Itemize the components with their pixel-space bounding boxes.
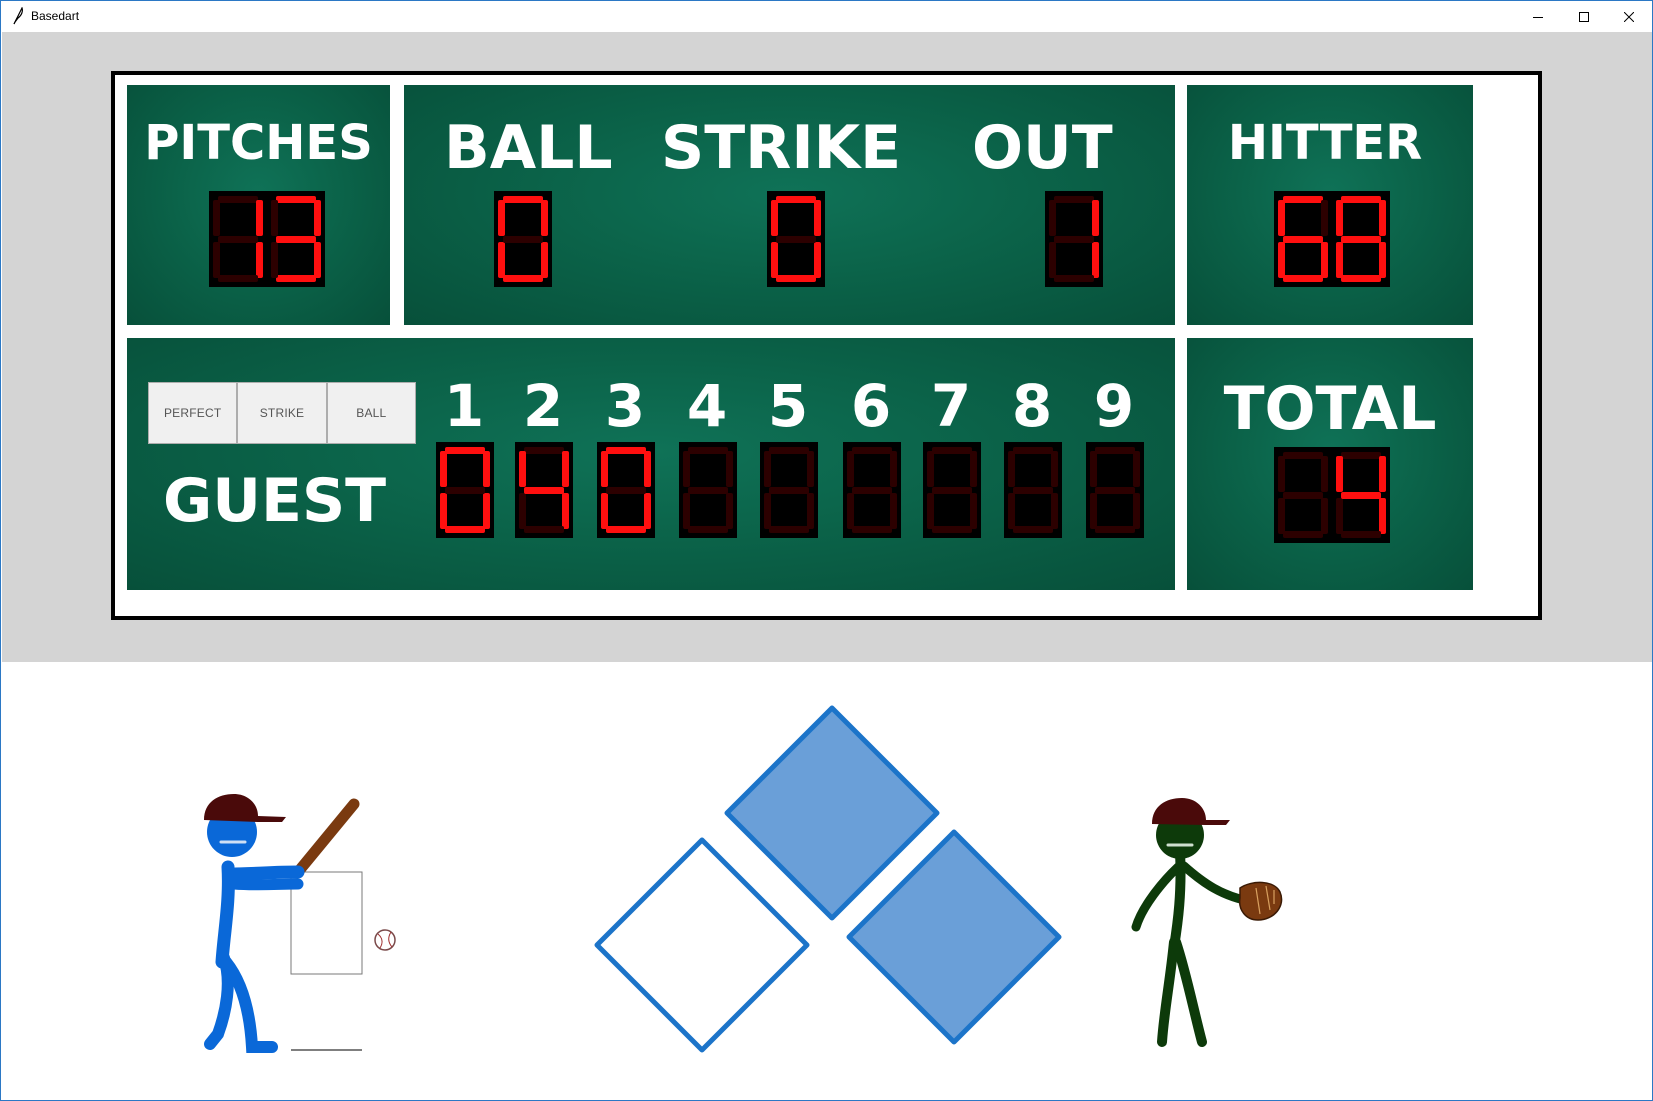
inning-display-1 bbox=[436, 442, 494, 538]
led-digit bbox=[440, 447, 490, 533]
led-digit bbox=[213, 196, 263, 282]
inning-label-1: 1 bbox=[443, 372, 485, 440]
count-panel: BALL STRIKE OUT bbox=[404, 85, 1175, 325]
third-base bbox=[594, 837, 810, 1053]
inning-label-7: 7 bbox=[930, 372, 972, 440]
inning-label-2: 2 bbox=[522, 372, 564, 440]
hitter-display bbox=[1274, 191, 1390, 287]
out-label: OUT bbox=[972, 113, 1113, 183]
hitter-label: HITTER bbox=[1227, 115, 1423, 171]
baseball-icon bbox=[374, 929, 396, 951]
inning-display-9 bbox=[1086, 442, 1144, 538]
led-digit bbox=[498, 196, 548, 282]
close-icon bbox=[1623, 7, 1635, 26]
team-label: GUEST bbox=[163, 466, 387, 536]
strike-button[interactable]: STRIKE bbox=[237, 382, 327, 444]
inning-display-4 bbox=[679, 442, 737, 538]
pitches-display bbox=[209, 191, 325, 287]
scoreboard-area: PITCHES BALL STRIKE OUT HITTER PERFECT S… bbox=[2, 32, 1652, 662]
maximize-button[interactable] bbox=[1561, 1, 1607, 31]
strike-display bbox=[767, 191, 825, 287]
led-digit bbox=[1008, 447, 1058, 533]
glove-icon bbox=[1238, 881, 1283, 921]
title-bar[interactable]: Basedart bbox=[1, 1, 1652, 32]
led-digit bbox=[771, 196, 821, 282]
close-button[interactable] bbox=[1606, 1, 1652, 31]
scoreboard: PITCHES BALL STRIKE OUT HITTER PERFECT S… bbox=[111, 71, 1542, 620]
app-window: Basedart PITCHES BALL STRIKE OUT HITTER … bbox=[0, 0, 1653, 1101]
led-digit bbox=[847, 447, 897, 533]
perfect-button[interactable]: PERFECT bbox=[148, 382, 238, 444]
inning-display-6 bbox=[843, 442, 901, 538]
inning-label-6: 6 bbox=[850, 372, 892, 440]
led-digit bbox=[519, 447, 569, 533]
minimize-icon bbox=[1533, 7, 1543, 26]
led-digit bbox=[764, 447, 814, 533]
pitches-label: PITCHES bbox=[144, 115, 373, 171]
bat bbox=[292, 798, 360, 878]
led-digit bbox=[1336, 452, 1386, 538]
inning-display-7 bbox=[923, 442, 981, 538]
inning-label-4: 4 bbox=[686, 372, 728, 440]
strike-label: STRIKE bbox=[661, 113, 902, 183]
scoreboard-inner: PITCHES BALL STRIKE OUT HITTER PERFECT S… bbox=[115, 75, 1538, 616]
ball-display bbox=[494, 191, 552, 287]
inning-label-9: 9 bbox=[1093, 372, 1135, 440]
led-digit bbox=[1090, 447, 1140, 533]
inning-display-2 bbox=[515, 442, 573, 538]
batter-figure bbox=[204, 794, 360, 1053]
inning-display-3 bbox=[597, 442, 655, 538]
ball-button[interactable]: BALL bbox=[326, 382, 416, 444]
inning-label-3: 3 bbox=[604, 372, 646, 440]
led-digit bbox=[271, 196, 321, 282]
pitches-panel: PITCHES bbox=[127, 85, 390, 325]
inning-display-8 bbox=[1004, 442, 1062, 538]
field-canvas bbox=[204, 705, 1283, 1053]
led-digit bbox=[1278, 452, 1328, 538]
total-panel: TOTAL bbox=[1187, 338, 1473, 590]
led-digit bbox=[1049, 196, 1099, 282]
led-digit bbox=[683, 447, 733, 533]
inning-label-5: 5 bbox=[767, 372, 809, 440]
total-label: TOTAL bbox=[1223, 374, 1437, 444]
led-digit bbox=[1336, 196, 1386, 282]
led-digit bbox=[1278, 196, 1328, 282]
pitch-buttons: PERFECT STRIKE BALL bbox=[148, 382, 416, 444]
pitcher-figure bbox=[1131, 798, 1283, 1047]
total-display bbox=[1274, 447, 1390, 543]
feather-icon bbox=[11, 6, 25, 25]
inning-display-5 bbox=[760, 442, 818, 538]
maximize-icon bbox=[1579, 7, 1589, 26]
out-display bbox=[1045, 191, 1103, 287]
field-area bbox=[2, 662, 1652, 1100]
led-digit bbox=[601, 447, 651, 533]
innings-panel: PERFECT STRIKE BALL GUEST 123456789 bbox=[127, 338, 1175, 590]
ball-label: BALL bbox=[444, 113, 613, 183]
window-title: Basedart bbox=[31, 9, 80, 23]
inning-label-8: 8 bbox=[1011, 372, 1053, 440]
led-digit bbox=[927, 447, 977, 533]
hitter-panel: HITTER bbox=[1187, 85, 1473, 325]
minimize-button[interactable] bbox=[1515, 1, 1561, 31]
